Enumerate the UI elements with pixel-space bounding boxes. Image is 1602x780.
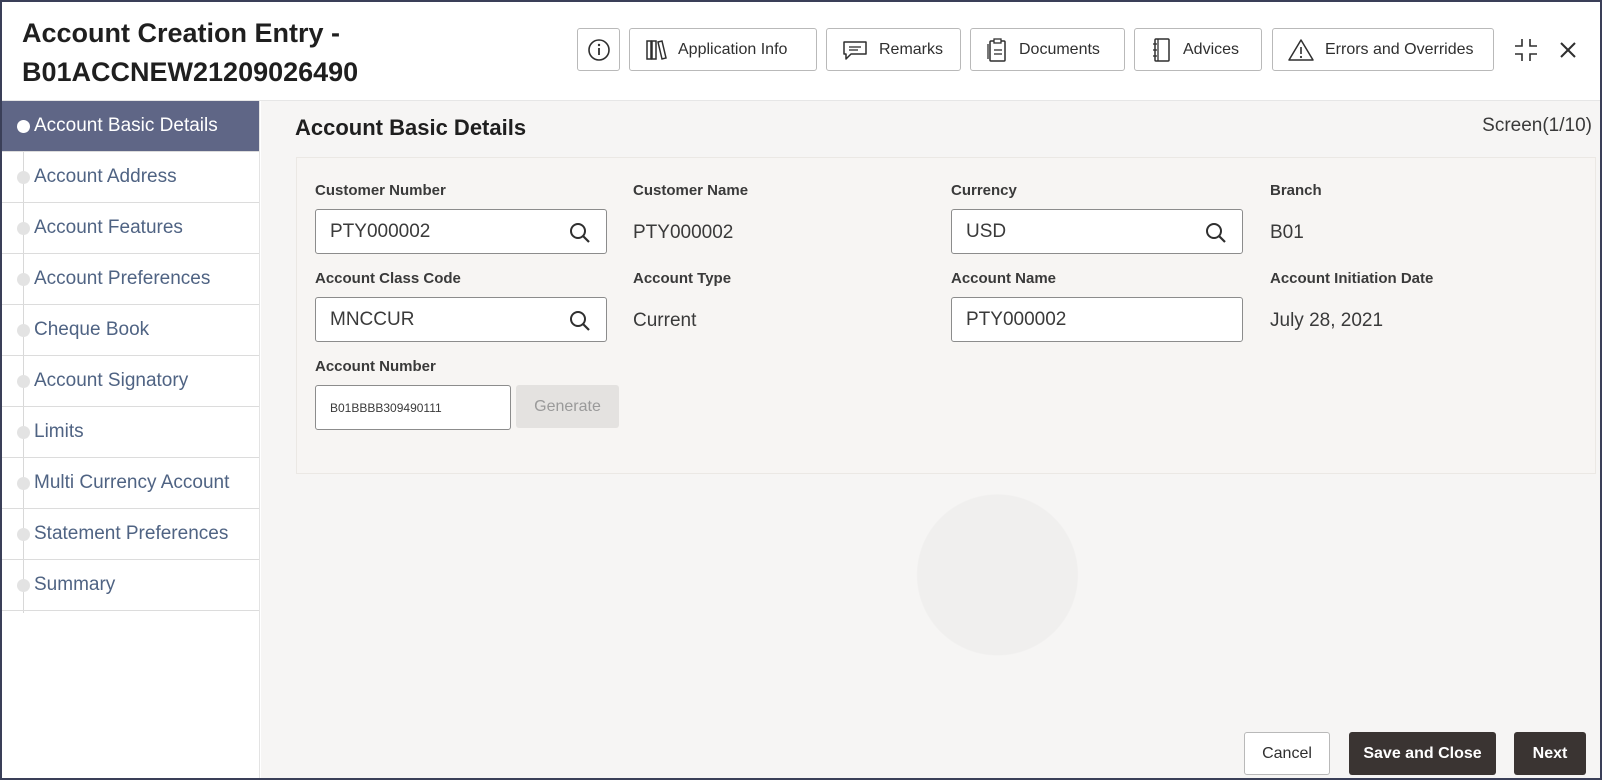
customer-name-label: Customer Name	[633, 182, 749, 199]
step-indicator-icon	[17, 528, 30, 541]
currency-value: USD	[966, 220, 1007, 242]
page-title-line1: Account Creation Entry -	[22, 18, 341, 48]
account-class-code-label: Account Class Code	[315, 270, 461, 287]
step-indicator-icon	[17, 171, 30, 184]
remarks-label: Remarks	[879, 40, 944, 58]
speech-bubble-icon	[843, 40, 867, 60]
minimize-button[interactable]	[1506, 30, 1546, 70]
documents-label: Documents	[1019, 40, 1100, 58]
close-icon	[1560, 42, 1576, 58]
info-button[interactable]	[577, 28, 620, 71]
step-indicator-icon	[17, 273, 30, 286]
step-indicator-icon	[17, 324, 30, 337]
sidebar-item-account-signatory[interactable]: Account Signatory	[2, 356, 259, 407]
account-name-value: PTY000002	[966, 308, 1067, 330]
search-icon[interactable]	[1204, 221, 1228, 245]
sidebar-item-account-basic-details[interactable]: Account Basic Details	[2, 101, 259, 152]
main-content: Account Basic Details Screen(1/10) Custo…	[261, 101, 1600, 778]
info-icon	[587, 38, 610, 61]
remarks-button[interactable]: Remarks	[826, 28, 961, 71]
application-info-button[interactable]: Application Info	[629, 28, 817, 71]
account-initiation-date-label: Account Initiation Date	[1270, 270, 1434, 287]
sidebar-item-label: Account Signatory	[34, 370, 189, 391]
notebook-icon	[1153, 37, 1170, 62]
sidebar-item-summary[interactable]: Summary	[2, 560, 259, 611]
generate-button[interactable]: Generate	[516, 385, 619, 428]
header: Account Creation Entry - B01ACCNEW212090…	[2, 2, 1600, 101]
account-name-label: Account Name	[951, 270, 1057, 287]
advices-label: Advices	[1183, 40, 1240, 58]
sidebar-item-label: Account Preferences	[34, 268, 211, 289]
sidebar-item-multi-currency-account[interactable]: Multi Currency Account	[2, 458, 259, 509]
document-icon	[987, 37, 1006, 62]
next-button[interactable]: Next	[1514, 732, 1586, 775]
errors-overrides-button[interactable]: Errors and Overrides	[1272, 28, 1494, 71]
account-number-value: B01BBBB309490111	[330, 400, 442, 415]
sidebar: Account Basic Details Account Address Ac…	[2, 101, 260, 778]
save-and-close-button[interactable]: Save and Close	[1349, 732, 1496, 775]
account-class-code-value: MNCCUR	[330, 308, 415, 330]
step-indicator-icon	[17, 426, 30, 439]
sidebar-item-account-preferences[interactable]: Account Preferences	[2, 254, 259, 305]
account-initiation-date-value: July 28, 2021	[1270, 310, 1384, 331]
sidebar-item-label: Statement Preferences	[34, 523, 229, 544]
sidebar-item-account-address[interactable]: Account Address	[2, 152, 259, 203]
customer-name-value: PTY000002	[633, 222, 734, 243]
errors-overrides-label: Errors and Overrides	[1325, 40, 1474, 58]
warning-icon	[1288, 38, 1314, 61]
application-info-label: Application Info	[678, 40, 788, 58]
advices-button[interactable]: Advices	[1134, 28, 1262, 71]
window: Account Creation Entry - B01ACCNEW212090…	[0, 0, 1602, 780]
basic-details-panel: Customer Number PTY000002 Customer Name …	[296, 157, 1596, 474]
sidebar-item-label: Account Features	[34, 217, 183, 238]
account-type-label: Account Type	[633, 270, 732, 287]
search-icon[interactable]	[568, 309, 592, 333]
cancel-button[interactable]: Cancel	[1244, 732, 1330, 775]
sidebar-item-cheque-book[interactable]: Cheque Book	[2, 305, 259, 356]
customer-number-input[interactable]: PTY000002	[315, 209, 607, 254]
account-number-input[interactable]: B01BBBB309490111	[315, 385, 511, 430]
customer-number-label: Customer Number	[315, 182, 446, 199]
step-indicator-icon	[17, 222, 30, 235]
sidebar-item-label: Summary	[34, 574, 116, 595]
sidebar-item-limits[interactable]: Limits	[2, 407, 259, 458]
account-class-code-input[interactable]: MNCCUR	[315, 297, 607, 342]
documents-button[interactable]: Documents	[970, 28, 1125, 71]
customer-number-value: PTY000002	[330, 220, 431, 242]
branch-label: Branch	[1270, 182, 1322, 199]
account-number-label: Account Number	[315, 358, 436, 375]
section-title: Account Basic Details	[295, 115, 527, 140]
sidebar-item-label: Cheque Book	[34, 319, 150, 340]
screen-counter: Screen(1/10)	[1482, 115, 1592, 136]
sidebar-item-label: Account Basic Details	[34, 115, 218, 136]
page-title: Account Creation Entry - B01ACCNEW212090…	[22, 14, 502, 92]
sidebar-item-statement-preferences[interactable]: Statement Preferences	[2, 509, 259, 560]
sidebar-item-account-features[interactable]: Account Features	[2, 203, 259, 254]
step-indicator-icon	[17, 120, 30, 133]
close-button[interactable]	[1548, 30, 1588, 70]
currency-label: Currency	[951, 182, 1017, 199]
collapse-icon	[1515, 39, 1537, 61]
currency-input[interactable]: USD	[951, 209, 1243, 254]
step-indicator-icon	[17, 579, 30, 592]
library-icon	[646, 39, 667, 60]
sidebar-item-label: Limits	[34, 421, 84, 442]
search-icon[interactable]	[568, 221, 592, 245]
step-indicator-icon	[17, 375, 30, 388]
page-title-line2: B01ACCNEW21209026490	[22, 57, 359, 87]
step-indicator-icon	[17, 477, 30, 490]
account-name-input[interactable]: PTY000002	[951, 297, 1243, 342]
branch-value: B01	[1270, 222, 1304, 243]
sidebar-item-label: Account Address	[34, 166, 177, 187]
account-type-value: Current	[633, 310, 697, 331]
sidebar-item-label: Multi Currency Account	[34, 472, 230, 493]
